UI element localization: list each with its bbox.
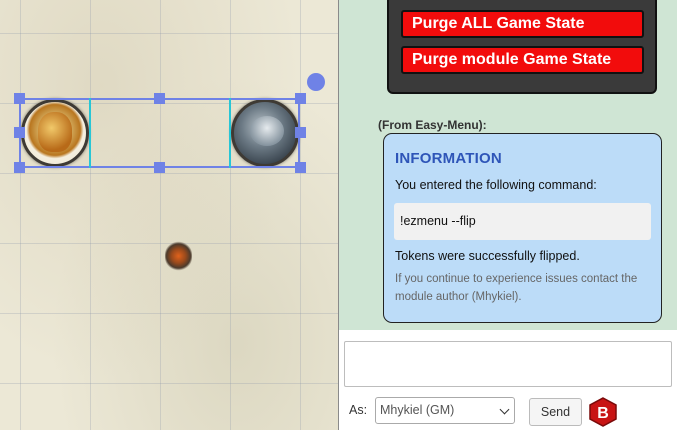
token-divider-right: [229, 98, 231, 168]
chevron-down-icon: [499, 404, 510, 415]
resize-handle-left[interactable]: [14, 127, 25, 138]
resize-handle-top-left[interactable]: [14, 93, 25, 104]
macro-panel: Purge ALL Game State Purge module Game S…: [387, 0, 657, 94]
token-divider-left: [89, 98, 91, 168]
resize-handle-bottom[interactable]: [154, 162, 165, 173]
as-label: As:: [349, 403, 368, 417]
message-sender: (From Easy-Menu):: [378, 118, 487, 132]
purge-all-button[interactable]: Purge ALL Game State: [401, 10, 644, 38]
purge-module-button[interactable]: Purge module Game State: [401, 46, 644, 74]
info-result: Tokens were successfully flipped.: [395, 249, 580, 263]
chat-input[interactable]: [344, 341, 672, 387]
chat-input-area: As: Mhykiel (GM) Send B: [339, 330, 677, 430]
token-small-creature[interactable]: [165, 241, 192, 271]
info-intro: You entered the following command:: [395, 178, 597, 192]
speaking-as-select[interactable]: Mhykiel (GM): [375, 397, 515, 424]
map-canvas[interactable]: [0, 0, 338, 430]
command-text: !ezmenu --flip: [394, 203, 651, 240]
b-hexagon-icon[interactable]: B: [589, 397, 617, 427]
speaking-as-value: Mhykiel (GM): [380, 403, 455, 417]
info-card: INFORMATION You entered the following co…: [383, 133, 662, 323]
resize-handle-bottom-left[interactable]: [14, 162, 25, 173]
send-button[interactable]: Send: [529, 398, 582, 426]
chat-log[interactable]: Purge ALL Game State Purge module Game S…: [339, 0, 677, 330]
info-footnote: If you continue to experience issues con…: [395, 273, 638, 303]
resize-handle-bottom-right[interactable]: [295, 162, 306, 173]
resize-handle-top-right[interactable]: [295, 93, 306, 104]
b-hexagon-letter: B: [597, 405, 609, 422]
resize-handle-top[interactable]: [154, 93, 165, 104]
rotate-handle-icon[interactable]: [307, 73, 325, 91]
resize-handle-right[interactable]: [295, 127, 306, 138]
selection-box[interactable]: [19, 98, 300, 168]
info-title: INFORMATION: [395, 150, 502, 167]
